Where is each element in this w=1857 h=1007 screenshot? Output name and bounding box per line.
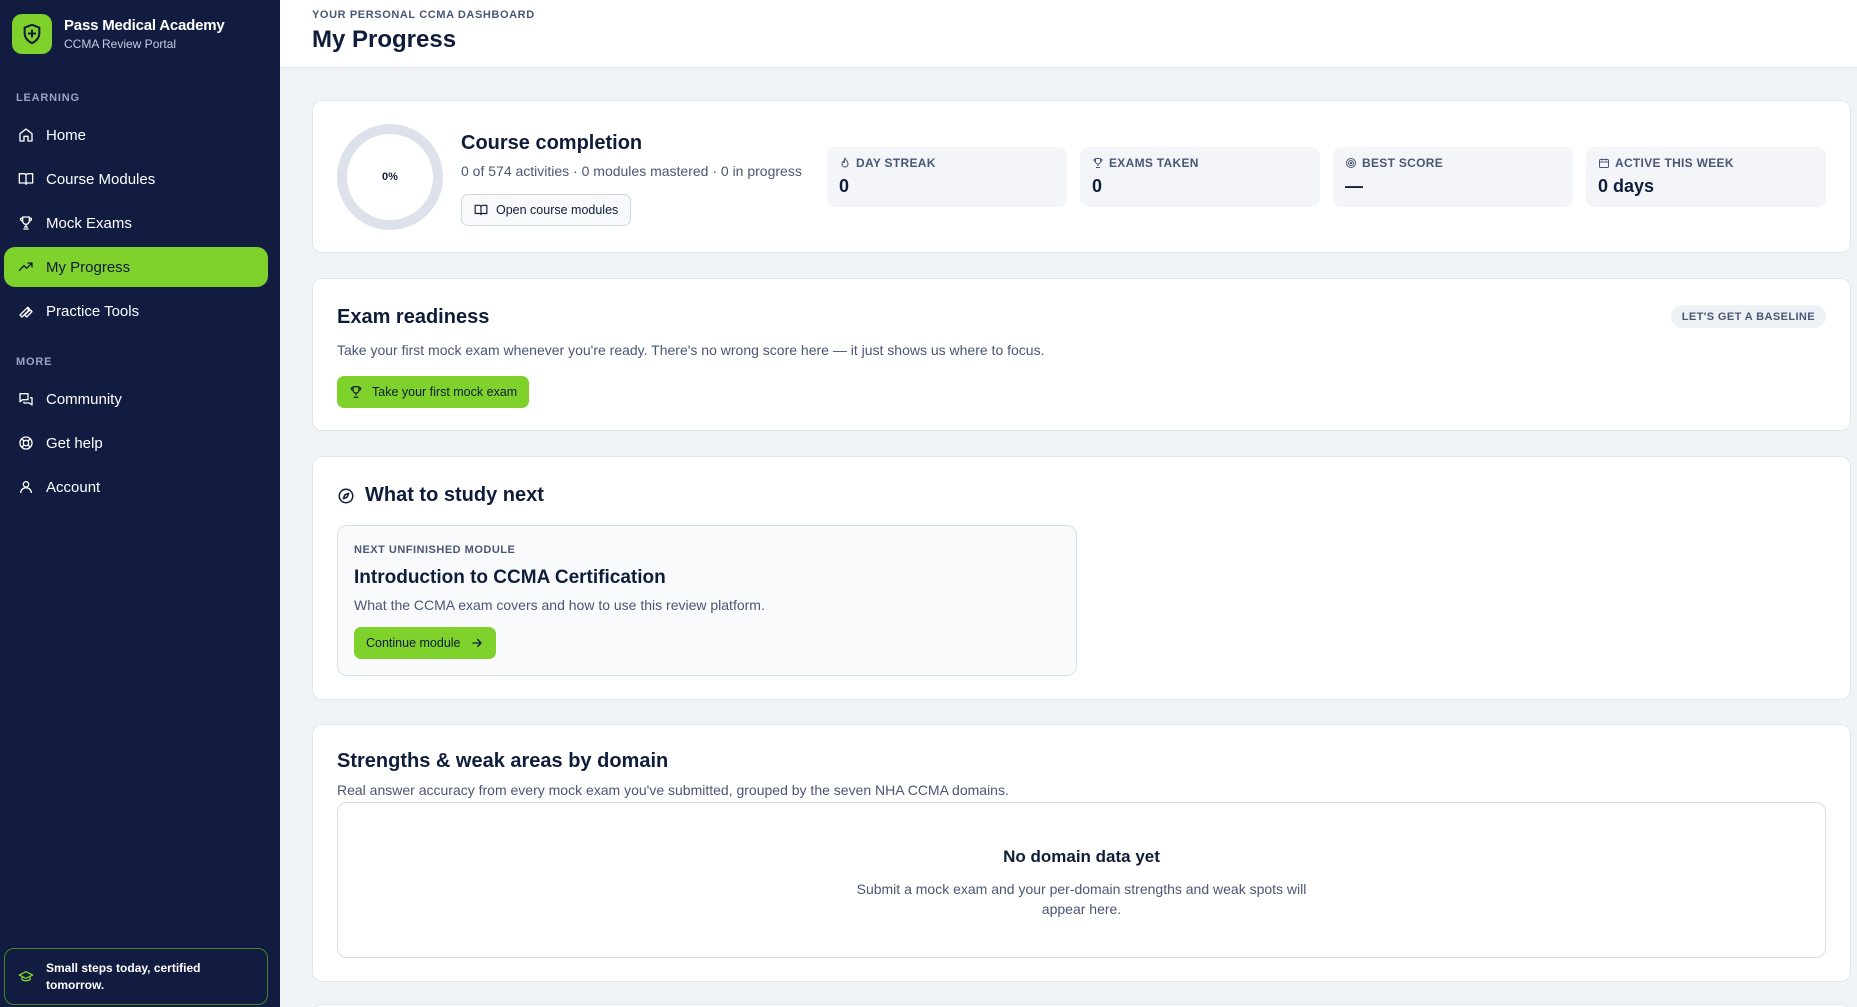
next-module-eyebrow: NEXT UNFINISHED MODULE xyxy=(354,544,516,556)
open-course-modules-button[interactable]: Open course modules xyxy=(461,194,632,226)
domain-strengths-card: Strengths & weak areas by domain Real an… xyxy=(312,724,1851,982)
section-label-more: MORE xyxy=(16,356,53,368)
sidebar-item-label: Home xyxy=(46,126,87,144)
stat-best-score: BEST SCORE — xyxy=(1333,147,1573,207)
sidebar-item-account[interactable]: Account xyxy=(4,467,268,507)
page-header: YOUR PERSONAL CCMA DASHBOARD My Progress xyxy=(280,0,1857,68)
sidebar-item-home[interactable]: Home xyxy=(4,115,268,155)
sidebar-item-label: Mock Exams xyxy=(46,214,132,232)
user-icon xyxy=(17,478,35,496)
sidebar-item-label: Community xyxy=(46,390,122,408)
next-module-panel: NEXT UNFINISHED MODULE Introduction to C… xyxy=(337,525,1077,676)
motivation-tagline: Small steps today, certified tomorrow. xyxy=(4,948,268,1005)
stat-value: — xyxy=(1345,176,1363,196)
trophy-icon xyxy=(17,214,35,232)
stat-exams-taken: EXAMS TAKEN 0 xyxy=(1080,147,1320,207)
target-icon xyxy=(1345,157,1357,169)
completion-percent: 0% xyxy=(382,171,398,183)
tagline-text: Small steps today, certified tomorrow. xyxy=(46,960,201,992)
study-next-title: What to study next xyxy=(365,484,544,506)
chat-icon xyxy=(17,390,35,408)
sidebar-item-label: Account xyxy=(46,478,101,496)
shield-plus-icon xyxy=(12,14,52,54)
exam-readiness-description: Take your first mock exam whenever you'r… xyxy=(337,342,1045,358)
calendar-icon xyxy=(1598,157,1610,169)
lifebuoy-icon xyxy=(17,434,35,452)
sidebar-item-practice-tools[interactable]: Practice Tools xyxy=(4,291,268,331)
wrench-icon xyxy=(17,302,35,320)
sidebar-item-community[interactable]: Community xyxy=(4,379,268,419)
sidebar-item-mock-exams[interactable]: Mock Exams xyxy=(4,203,268,243)
empty-state-title: No domain data yet xyxy=(1003,847,1160,866)
next-module-description: What the CCMA exam covers and how to use… xyxy=(354,597,765,613)
stat-value: 0 xyxy=(1092,176,1103,196)
book-open-icon xyxy=(474,203,488,217)
course-completion-summary: 0 of 574 activities · 0 modules mastered… xyxy=(461,163,802,179)
trending-up-icon xyxy=(17,258,35,276)
study-next-card: What to study next NEXT UNFINISHED MODUL… xyxy=(312,456,1851,700)
sidebar-item-course-modules[interactable]: Course Modules xyxy=(4,159,268,199)
stat-value: 0 xyxy=(839,176,850,196)
status-badge: LET'S GET A BASELINE xyxy=(1670,305,1826,328)
empty-state-description: Submit a mock exam and your per-domain s… xyxy=(856,881,1307,917)
arrow-right-icon xyxy=(470,636,484,650)
domain-strengths-title: Strengths & weak areas by domain xyxy=(337,750,669,772)
trophy-icon xyxy=(1092,157,1104,169)
next-module-title: Introduction to CCMA Certification xyxy=(354,567,666,588)
brand-subtitle: CCMA Review Portal xyxy=(64,37,177,51)
stat-day-streak: DAY STREAK 0 xyxy=(827,147,1067,207)
book-open-icon xyxy=(17,170,35,188)
brand[interactable]: Pass Medical Academy CCMA Review Portal xyxy=(12,14,225,54)
sidebar: Pass Medical Academy CCMA Review Portal … xyxy=(0,0,280,1007)
section-label-learning: LEARNING xyxy=(16,92,80,104)
home-icon xyxy=(17,126,35,144)
take-first-mock-exam-button[interactable]: Take your first mock exam xyxy=(337,376,530,408)
continue-module-button[interactable]: Continue module xyxy=(354,627,496,659)
sidebar-item-my-progress[interactable]: My Progress xyxy=(4,247,268,287)
sidebar-item-label: My Progress xyxy=(46,258,131,276)
graduation-cap-icon xyxy=(18,969,36,985)
empty-state: No domain data yet Submit a mock exam an… xyxy=(337,802,1826,958)
course-completion-card: 0% Course completion 0 of 574 activities… xyxy=(312,100,1851,253)
flame-icon xyxy=(839,157,851,169)
brand-name: Pass Medical Academy xyxy=(64,17,225,34)
course-completion-title: Course completion xyxy=(461,132,643,154)
sidebar-item-get-help[interactable]: Get help xyxy=(4,423,268,463)
stat-value: 0 days xyxy=(1598,176,1655,196)
sidebar-item-label: Get help xyxy=(46,434,103,452)
exam-readiness-card: Exam readiness LET'S GET A BASELINE Take… xyxy=(312,278,1851,431)
stat-active-this-week: ACTIVE THIS WEEK 0 days xyxy=(1586,147,1826,207)
page-title: My Progress xyxy=(312,26,457,53)
trophy-icon xyxy=(349,385,363,399)
completion-ring: 0% xyxy=(337,124,443,230)
page-eyebrow: YOUR PERSONAL CCMA DASHBOARD xyxy=(312,9,535,21)
compass-icon xyxy=(337,487,355,505)
sidebar-item-label: Course Modules xyxy=(46,170,156,188)
exam-readiness-title: Exam readiness xyxy=(337,306,490,328)
sidebar-item-label: Practice Tools xyxy=(46,302,140,320)
domain-strengths-subtitle: Real answer accuracy from every mock exa… xyxy=(337,782,1009,798)
